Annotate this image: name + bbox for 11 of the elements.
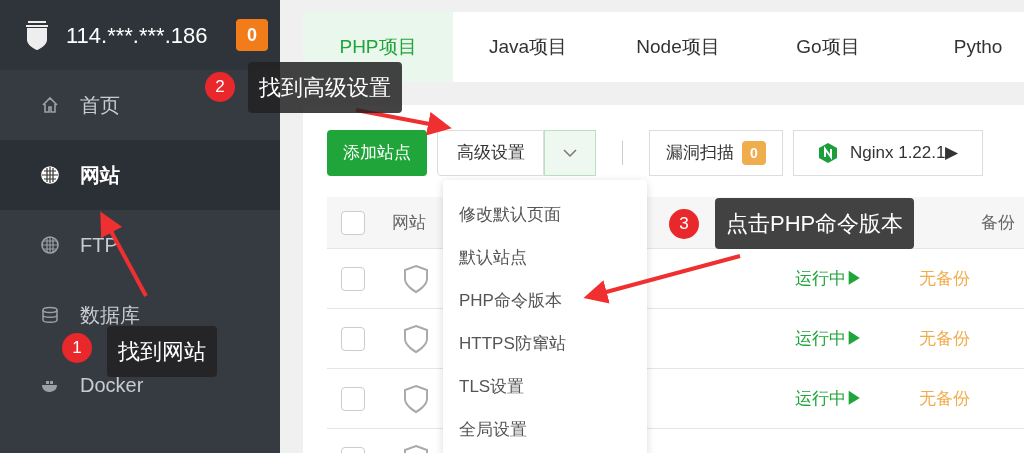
callout-tooltip: 找到网站 (107, 326, 217, 377)
callout-tooltip: 点击PHP命令版本 (715, 198, 915, 249)
server-address: 114.***.***.186 (66, 21, 208, 50)
backup-status: 无备份 (919, 327, 970, 350)
notification-badge: 0 (236, 19, 268, 51)
backup-status: 无备份 (919, 387, 970, 410)
count-badge: 0 (742, 141, 766, 165)
column-header: 备份 (981, 211, 1015, 234)
column-header: 网站 (392, 211, 426, 234)
backup-status: 无备份 (919, 267, 970, 290)
callout-tooltip: 找到高级设置 (248, 62, 402, 113)
